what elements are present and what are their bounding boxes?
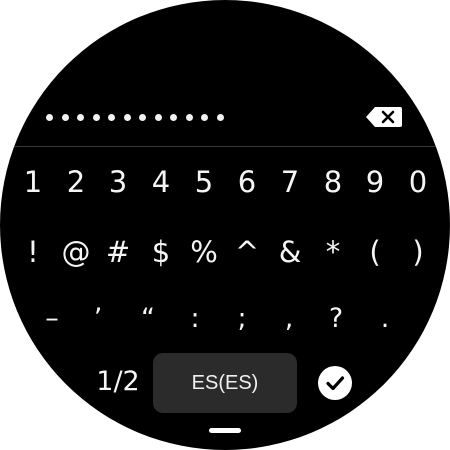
backspace-icon <box>366 107 402 127</box>
key-number_row-7[interactable]: 8 <box>313 160 353 204</box>
key-number_row-5[interactable]: 6 <box>227 160 267 204</box>
key-number_row-8[interactable]: 9 <box>355 160 395 204</box>
key-number_row-3[interactable]: 4 <box>141 160 181 204</box>
key-number_row-6[interactable]: 7 <box>270 160 310 204</box>
symbol-key-row: ! @ # $% ^ & *() <box>0 230 450 274</box>
key-punct_row-7[interactable]: . <box>365 297 405 341</box>
password-mask-dot <box>185 113 193 121</box>
key-symbol_row-5[interactable]: ^ <box>227 230 267 274</box>
symbol-page-toggle[interactable]: 1/2 <box>88 360 148 404</box>
password-mask-dot <box>92 113 100 121</box>
key-symbol_row-9[interactable]: ) <box>398 230 438 274</box>
key-symbol_row-4[interactable]: % <box>184 230 224 274</box>
keyboard-bottom-row: 1/2 ES(ES) <box>0 352 450 414</box>
key-number_row-2[interactable]: 3 <box>98 160 138 204</box>
watch-keyboard-screen: 1234567890 ! @ # $% ^ & *() –’ “:;,?. 1/2 ES(ES… <box>0 0 450 450</box>
password-field[interactable] <box>46 111 224 123</box>
home-handle[interactable] <box>209 428 241 433</box>
done-button[interactable] <box>318 366 352 400</box>
key-number_row-1[interactable]: 2 <box>56 160 96 204</box>
key-punct_row-2[interactable]: “ <box>128 297 168 341</box>
password-mask-dot <box>108 113 115 121</box>
key-symbol_row-3[interactable]: $ <box>141 230 181 274</box>
key-punct_row-6[interactable]: ? <box>316 297 356 341</box>
password-mask-dot <box>123 113 131 121</box>
password-mask-dot <box>77 113 84 121</box>
password-mask-dot <box>139 113 146 121</box>
key-number_row-9[interactable]: 0 <box>398 160 438 204</box>
key-symbol_row-2[interactable]: # <box>98 230 138 274</box>
divider <box>0 146 450 147</box>
key-punct_row-4[interactable]: ; <box>222 297 262 341</box>
key-symbol_row-8[interactable]: ( <box>355 230 395 274</box>
password-mask-dot <box>46 113 53 121</box>
key-symbol_row-6[interactable]: & <box>270 230 310 274</box>
key-symbol_row-7[interactable]: * <box>313 230 353 274</box>
key-punct_row-3[interactable]: : <box>175 297 215 341</box>
key-symbol_row-1[interactable]: @ <box>56 230 96 274</box>
password-mask-dot <box>61 113 69 121</box>
key-punct_row-0[interactable]: – <box>32 297 72 341</box>
key-punct_row-5[interactable]: , <box>269 297 309 341</box>
punctuation-key-row: –’ “:;,?. <box>0 297 450 341</box>
password-mask-dot <box>170 113 177 121</box>
password-mask-dot <box>201 113 208 121</box>
key-number_row-0[interactable]: 1 <box>13 160 53 204</box>
backspace-button[interactable] <box>365 106 403 128</box>
language-button[interactable]: ES(ES) <box>153 353 297 413</box>
password-mask-dot <box>216 113 224 121</box>
key-number_row-4[interactable]: 5 <box>184 160 224 204</box>
number-key-row: 1234567890 <box>0 160 450 204</box>
password-mask-dot <box>154 113 162 121</box>
checkmark-icon <box>326 376 345 391</box>
key-punct_row-1[interactable]: ’ <box>78 297 118 341</box>
key-symbol_row-0[interactable]: ! <box>13 230 53 274</box>
